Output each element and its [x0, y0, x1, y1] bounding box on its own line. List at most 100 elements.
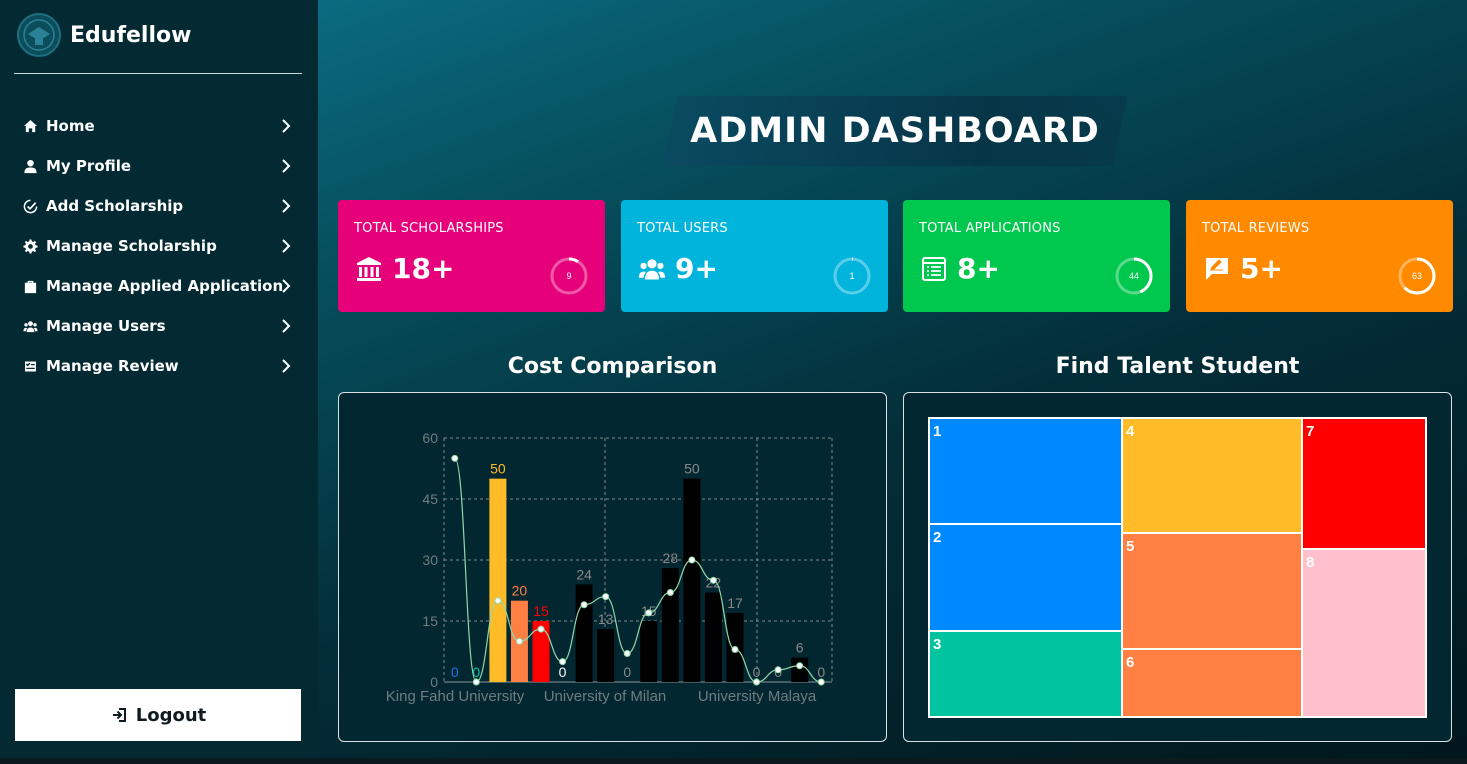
bar-label: 20 — [512, 583, 528, 599]
treemap-tile[interactable]: 7 — [1302, 418, 1426, 549]
line-point — [709, 576, 717, 584]
treemap-tile[interactable]: 5 — [1122, 533, 1302, 649]
sidebar-item-label: Home — [46, 117, 95, 135]
sidebar-item-manage-review[interactable]: Manage Review — [0, 346, 318, 386]
users-icon — [637, 254, 667, 284]
bank-icon — [354, 254, 384, 284]
section-title-talent: Find Talent Student — [1055, 354, 1300, 379]
card-value: 18+ — [392, 252, 455, 285]
bar-label: 28 — [663, 550, 679, 566]
badge-check-icon — [22, 198, 39, 215]
treemap-tile-label: 8 — [1306, 554, 1315, 571]
line-point — [494, 597, 502, 605]
progress-ring: 44 — [1114, 256, 1154, 296]
progress-ring: 9 — [549, 256, 589, 296]
cost-chart-panel: 0153045600050201502413015285022170060Kin… — [338, 392, 887, 742]
bar — [489, 478, 507, 682]
sidebar-item-label: My Profile — [46, 157, 132, 175]
sidebar-item-manage-scholarship[interactable]: Manage Scholarship — [0, 226, 318, 266]
bar-label: 0 — [559, 664, 567, 680]
ring-value: 44 — [1128, 271, 1139, 281]
sidebar-item-manage-users[interactable]: Manage Users — [0, 306, 318, 346]
stat-card-reviews[interactable]: TOTAL REVIEWS 5+ 63 — [1186, 200, 1453, 312]
treemap-tile-label: 2 — [933, 529, 942, 546]
treemap-tile[interactable]: 8 — [1302, 549, 1426, 717]
bar — [683, 478, 701, 682]
chevron-right-icon — [279, 278, 293, 294]
sidebar-item-label: Manage Review — [46, 357, 179, 375]
briefcase-icon — [22, 278, 39, 295]
x-tick-label: University Malaya — [698, 688, 817, 705]
ring-value: 63 — [1411, 271, 1422, 281]
treemap-tile[interactable]: 3 — [929, 631, 1122, 717]
sidebar: Edufellow Home My Profile Add Scholarshi… — [0, 0, 318, 764]
bar — [704, 592, 722, 682]
users-icon — [22, 318, 39, 335]
ring-value: 9 — [566, 271, 572, 281]
section-title-cost: Cost Comparison — [507, 354, 718, 379]
bar — [575, 584, 593, 682]
brand-logo-icon — [17, 13, 61, 57]
line-point — [451, 454, 459, 462]
y-tick-label: 60 — [422, 430, 438, 446]
card-label: TOTAL APPLICATIONS — [919, 221, 1061, 236]
stat-card-scholarships[interactable]: TOTAL SCHOLARSHIPS 18+ 9 — [338, 200, 605, 312]
treemap-tile-label: 7 — [1306, 423, 1315, 440]
bar-label: 17 — [727, 595, 743, 611]
treemap-tile-label: 1 — [933, 423, 942, 440]
brand[interactable]: Edufellow — [14, 12, 302, 74]
line-point — [666, 589, 674, 597]
chevron-right-icon — [279, 198, 293, 214]
sidebar-item-manage-applied-application[interactable]: Manage Applied Application — [0, 266, 318, 306]
bar-label: 0 — [451, 664, 459, 680]
progress-ring: 63 — [1397, 256, 1437, 296]
stat-card-applications[interactable]: TOTAL APPLICATIONS 8+ 44 — [903, 200, 1170, 312]
y-tick-label: 15 — [422, 613, 438, 629]
cost-comparison-chart: 0153045600050201502413015285022170060Kin… — [386, 430, 833, 705]
line-point — [559, 658, 567, 666]
sidebar-item-label: Add Scholarship — [46, 197, 184, 215]
card-value: 5+ — [1240, 252, 1283, 285]
line-point — [537, 625, 545, 633]
stat-card-users[interactable]: TOTAL USERS 9+ 1 — [621, 200, 888, 312]
line-point — [602, 593, 610, 601]
sidebar-nav: Home My Profile Add Scholarship Manage S… — [0, 106, 318, 386]
treemap-tile[interactable]: 6 — [1122, 649, 1302, 717]
home-icon — [22, 118, 39, 135]
sidebar-item-add-scholarship[interactable]: Add Scholarship — [0, 186, 318, 226]
bar — [597, 629, 615, 682]
sidebar-item-label: Manage Scholarship — [46, 237, 217, 255]
x-tick-label: King Fahd University — [386, 688, 525, 705]
sidebar-item-my-profile[interactable]: My Profile — [0, 146, 318, 186]
bar-label: 0 — [817, 664, 825, 680]
sidebar-item-label: Manage Applied Application — [46, 277, 284, 295]
line-point — [774, 666, 782, 674]
page-title: ADMIN DASHBOARD — [690, 111, 1100, 151]
chevron-right-icon — [279, 358, 293, 374]
bar-label: 13 — [598, 611, 614, 627]
brand-name: Edufellow — [70, 23, 192, 48]
sidebar-item-home[interactable]: Home — [0, 106, 318, 146]
treemap-tile-label: 6 — [1126, 654, 1135, 671]
application-icon — [919, 254, 949, 284]
treemap-tile-label: 4 — [1126, 423, 1135, 440]
treemap-tile[interactable]: 2 — [929, 524, 1122, 631]
logout-button[interactable]: Logout — [15, 689, 301, 741]
bar — [661, 568, 679, 682]
bar-label: 6 — [796, 640, 804, 656]
card-label: TOTAL USERS — [637, 221, 728, 236]
chevron-right-icon — [279, 118, 293, 134]
line-point — [796, 662, 804, 670]
sidebar-item-label: Manage Users — [46, 317, 166, 335]
line-point — [753, 678, 761, 686]
treemap-tile[interactable]: 1 — [929, 418, 1122, 524]
ring-value: 1 — [849, 271, 855, 281]
chevron-right-icon — [279, 318, 293, 334]
user-icon — [22, 158, 39, 175]
review-icon — [22, 358, 39, 375]
main-content: ADMIN DASHBOARD TOTAL SCHOLARSHIPS 18+ 9… — [318, 0, 1467, 764]
talent-treemap: 1 2 3 4 5 6 7 8 — [928, 417, 1427, 718]
x-tick-label: University of Milan — [544, 688, 667, 705]
treemap-tile[interactable]: 4 — [1122, 418, 1302, 533]
bar-label: 50 — [684, 461, 700, 477]
